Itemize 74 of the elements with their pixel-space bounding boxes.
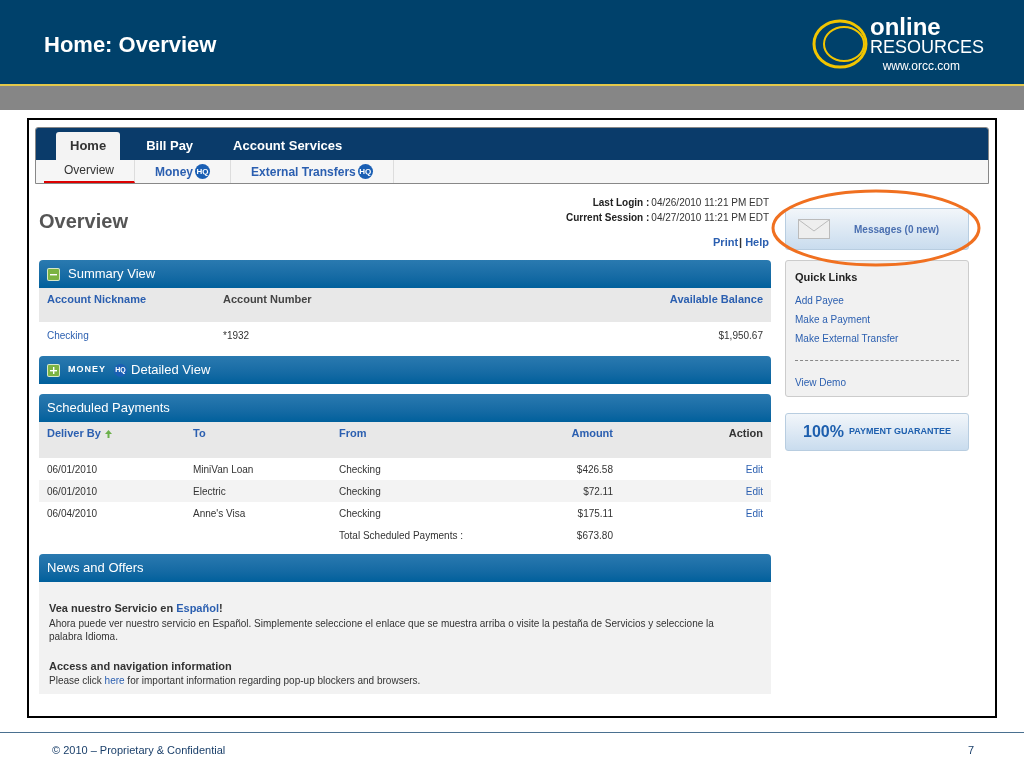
print-link[interactable]: Print (713, 234, 739, 251)
sub-tab[interactable]: Overview (44, 160, 135, 183)
section-title: Scheduled Payments (47, 399, 170, 418)
news-heading: Access and navigation information (49, 658, 233, 674)
total-label: Total Scheduled Payments : (339, 528, 464, 543)
envelope-icon (798, 219, 830, 239)
column-header[interactable]: Account Nickname (47, 291, 223, 322)
news-text: Please click here for important information regarding pop-up blockers and browsers. (49, 674, 422, 687)
guarantee-banner[interactable]: 100% PAYMENT GUARANTEE (785, 412, 969, 451)
sort-arrow-icon (104, 430, 112, 439)
brand-label: MONEY (68, 363, 106, 377)
nav-tab[interactable]: Bill Pay (132, 132, 208, 160)
help-link[interactable]: Help (745, 234, 769, 251)
table-cell-text: Anne's Visa (193, 506, 247, 521)
slide-title: Home: Overview (44, 31, 217, 59)
table-cell-text: 06/04/2010 (47, 506, 99, 521)
table-cell-text: Electric (193, 484, 227, 499)
hq-badge: HQ (357, 164, 373, 179)
session-time: 04/26/2010 11:21 PM EDT (651, 196, 769, 210)
messages-button[interactable]: Messages (0 new) (785, 208, 969, 250)
table-cell-text: 06/01/2010 (47, 484, 99, 499)
column-header: Action (727, 426, 763, 441)
table-cell-text: $1,950.67 (717, 329, 763, 343)
table-cell-text: 06/01/2010 (47, 462, 99, 477)
demo-link[interactable]: View Demo (795, 374, 959, 390)
column-header[interactable]: Available Balance (563, 291, 763, 322)
session-time: 04/27/2010 11:21 PM EDT (651, 211, 769, 225)
sub-tab[interactable]: Money HQ (135, 160, 232, 183)
logo-word: online (869, 16, 941, 38)
guarantee-text: PAYMENT GUARANTEE (848, 424, 951, 438)
logo-url: www.orcc.com (882, 60, 960, 72)
table-cell-text: MiniVan Loan (193, 462, 255, 477)
page-number: 7 (967, 743, 974, 758)
session-label: Last Login : (592, 196, 650, 210)
column-header: Account Number (223, 292, 313, 307)
table-cell-text: $426.58 (575, 462, 613, 477)
sub-tab[interactable]: External Transfers HQ (231, 160, 394, 183)
edit-link[interactable]: Edit (613, 461, 763, 477)
session-label: Current Session : (565, 211, 650, 225)
edit-link[interactable]: Edit (613, 483, 763, 499)
link-separator: | (738, 235, 744, 250)
table-cell-text: Checking (339, 462, 382, 477)
page-title: Overview (39, 209, 128, 234)
footer-text: © 2010 – Proprietary & Confidential (52, 743, 226, 758)
column-header[interactable]: Amount (493, 425, 613, 458)
quick-link[interactable]: Add Payee (795, 292, 959, 308)
news-heading: Vea nuestro Servicio en Español! (49, 601, 224, 616)
nav-tab[interactable]: Account Services (219, 132, 357, 160)
guarantee-percent: 100% (803, 421, 844, 442)
edit-link[interactable]: Edit (613, 505, 763, 521)
section-title: Summary View (68, 265, 156, 284)
section-title: Detailed View (131, 361, 211, 380)
section-title: News and Offers (47, 559, 144, 578)
spanish-link[interactable]: Español (176, 602, 219, 614)
column-header[interactable]: Deliver By (47, 425, 193, 458)
table-cell-text: Checking (339, 506, 382, 521)
expand-icon[interactable] (47, 363, 60, 377)
news-text: Ahora puede ver nuestro servicio en Español. Simplemente seleccione el enlace que se muestra arriba o visite la pestaña de Servicios y seleccione la palabra Idioma. (49, 616, 715, 643)
quick-link[interactable]: Make a Payment (795, 311, 959, 327)
total-amount: $673.80 (575, 528, 613, 543)
collapse-icon[interactable] (47, 267, 60, 281)
nav-tab[interactable]: Home (56, 132, 121, 160)
table-cell-text: $72.11 (582, 484, 613, 499)
column-header[interactable]: From (339, 425, 493, 458)
table-cell-text: Checking (339, 484, 382, 499)
table-cell-text: *1932 (223, 329, 251, 343)
here-link[interactable]: here (104, 675, 125, 686)
table-cell-text: $175.11 (576, 506, 613, 521)
logo-subtitle: RESOURCES (869, 38, 984, 56)
column-header[interactable]: To (193, 425, 339, 458)
panel-title: Quick Links (795, 270, 859, 285)
quick-link[interactable]: Make External Transfer (795, 330, 959, 346)
hq-badge: HQ (195, 164, 211, 179)
account-link[interactable]: Checking (47, 328, 223, 343)
